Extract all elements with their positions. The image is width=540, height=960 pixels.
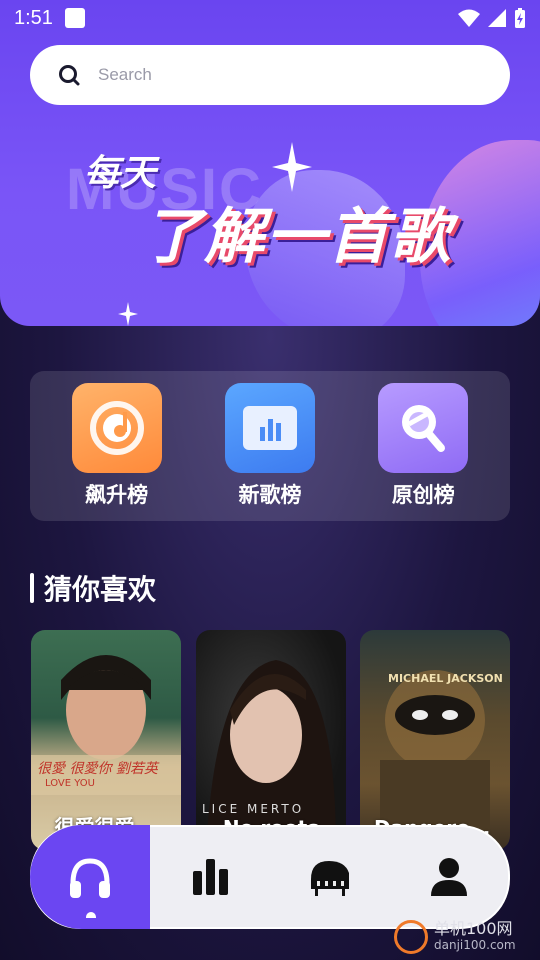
song-card[interactable]: MICHAEL JACKSON Dangerou... — [360, 630, 510, 850]
magnifier-icon — [378, 383, 469, 473]
wifi-icon — [458, 9, 480, 27]
battery-icon — [515, 8, 525, 28]
status-bar: 1:51 — [0, 0, 540, 36]
bar-chart-icon — [224, 383, 315, 473]
status-time: 1:51 — [14, 6, 53, 29]
category-new-songs-chart[interactable]: 新歌榜 — [210, 383, 330, 509]
album-cover-text: MICHAEL JACKSON — [388, 672, 503, 685]
watermark-text: 单机100网 — [434, 919, 513, 938]
nav-profile[interactable] — [389, 858, 508, 896]
watermark-logo-icon — [394, 920, 428, 954]
notification-icon — [64, 8, 85, 28]
watermark: 单机100网 danji100.com — [394, 920, 516, 954]
user-icon — [430, 858, 467, 896]
nav-piano[interactable] — [270, 857, 389, 897]
category-original-chart[interactable]: 原创榜 — [363, 383, 483, 509]
category-label: 飙升榜 — [85, 483, 149, 507]
category-label: 原创榜 — [391, 483, 455, 507]
category-rising-chart[interactable]: 飙升榜 — [57, 383, 177, 509]
record-icon — [71, 383, 162, 473]
piano-icon — [310, 861, 349, 896]
active-indicator — [86, 912, 96, 918]
song-card[interactable]: 很愛 很愛你 劉若英 LOVE YOU 很爱很爱... — [31, 630, 181, 850]
recommend-section-header: 猜你喜欢 — [30, 568, 156, 608]
section-title: 猜你喜欢 — [44, 573, 157, 606]
sparkle-icon — [272, 142, 312, 192]
album-cover-subtext: LOVE YOU — [45, 778, 95, 789]
search-input[interactable] — [98, 65, 478, 85]
sparkle-icon — [118, 302, 138, 326]
banner-title[interactable]: 了解一首歌 — [142, 188, 452, 275]
album-cover-text: 很愛 很愛你 劉若英 — [37, 761, 158, 777]
headphones-icon — [70, 858, 110, 898]
album-cover-text: LICE MERTO — [202, 802, 305, 816]
watermark-subtext: danji100.com — [434, 938, 516, 952]
search-bar[interactable] — [30, 45, 510, 105]
bar-chart-icon — [192, 859, 228, 895]
chart-category-panel: 飙升榜 新歌榜 原创榜 — [30, 371, 510, 521]
category-label: 新歌榜 — [238, 483, 302, 507]
song-card[interactable]: LICE MERTO No roots — [196, 630, 346, 850]
search-icon — [59, 65, 80, 86]
signal-icon — [488, 9, 506, 27]
section-accent-bar — [30, 573, 34, 603]
nav-charts[interactable] — [151, 859, 270, 895]
